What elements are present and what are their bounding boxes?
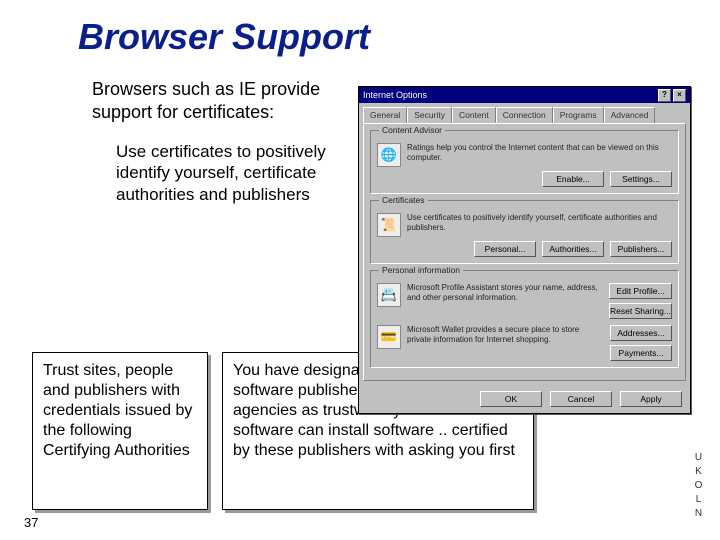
payments-button[interactable]: Payments... xyxy=(610,345,672,361)
group-personal-info: 📇 Microsoft Profile Assistant stores you… xyxy=(370,270,679,368)
dialog-titlebar: Internet Options ? × xyxy=(359,87,690,103)
tab-content[interactable]: Content xyxy=(452,107,496,123)
addresses-button[interactable]: Addresses... xyxy=(610,325,672,341)
dialog-footer: OK Cancel Apply xyxy=(359,385,690,413)
help-button[interactable]: ? xyxy=(658,89,671,102)
edit-profile-button[interactable]: Edit Profile... xyxy=(609,283,672,299)
tab-security[interactable]: Security xyxy=(407,107,452,123)
personal-button[interactable]: Personal... xyxy=(474,241,536,257)
wallet-icon: 💳 xyxy=(377,325,401,349)
reset-sharing-button[interactable]: Reset Sharing... xyxy=(609,303,672,319)
globe-icon: 🌐 xyxy=(377,143,401,167)
group-content-advisor: 🌐 Ratings help you control the Internet … xyxy=(370,130,679,194)
dialog-tabs: General Security Content Connection Prog… xyxy=(359,103,690,123)
close-button[interactable]: × xyxy=(673,89,686,102)
ok-button[interactable]: OK xyxy=(480,391,542,407)
slide-description: Browsers such as IE provide support for … xyxy=(92,78,342,123)
page-number: 37 xyxy=(24,515,38,530)
certificates-text: Use certificates to positively identify … xyxy=(407,213,672,232)
profile-assistant-text: Microsoft Profile Assistant stores your … xyxy=(407,283,603,302)
callout-box-left: Trust sites, people and publishers with … xyxy=(32,352,208,510)
tab-general[interactable]: General xyxy=(363,107,407,123)
tab-advanced[interactable]: Advanced xyxy=(604,107,656,123)
internet-options-dialog: Internet Options ? × General Security Co… xyxy=(358,86,691,414)
tab-panel-content: 🌐 Ratings help you control the Internet … xyxy=(363,123,686,381)
cancel-button[interactable]: Cancel xyxy=(550,391,612,407)
certificate-icon: 📜 xyxy=(377,213,401,237)
slide-subpoint: Use certificates to positively identify … xyxy=(116,141,351,205)
settings-button[interactable]: Settings... xyxy=(610,171,672,187)
authorities-button[interactable]: Authorities... xyxy=(542,241,604,257)
dialog-title: Internet Options xyxy=(363,87,427,103)
wallet-text: Microsoft Wallet provides a secure place… xyxy=(407,325,604,344)
profile-icon: 📇 xyxy=(377,283,401,307)
tab-connection[interactable]: Connection xyxy=(496,107,553,123)
group-certificates: 📜 Use certificates to positively identif… xyxy=(370,200,679,264)
ukoln-logo: UKOLN xyxy=(693,452,704,522)
publishers-button[interactable]: Publishers... xyxy=(610,241,672,257)
tab-programs[interactable]: Programs xyxy=(553,107,604,123)
slide-title: Browser Support xyxy=(78,16,720,58)
content-advisor-text: Ratings help you control the Internet co… xyxy=(407,143,672,162)
apply-button[interactable]: Apply xyxy=(620,391,682,407)
enable-button[interactable]: Enable... xyxy=(542,171,604,187)
